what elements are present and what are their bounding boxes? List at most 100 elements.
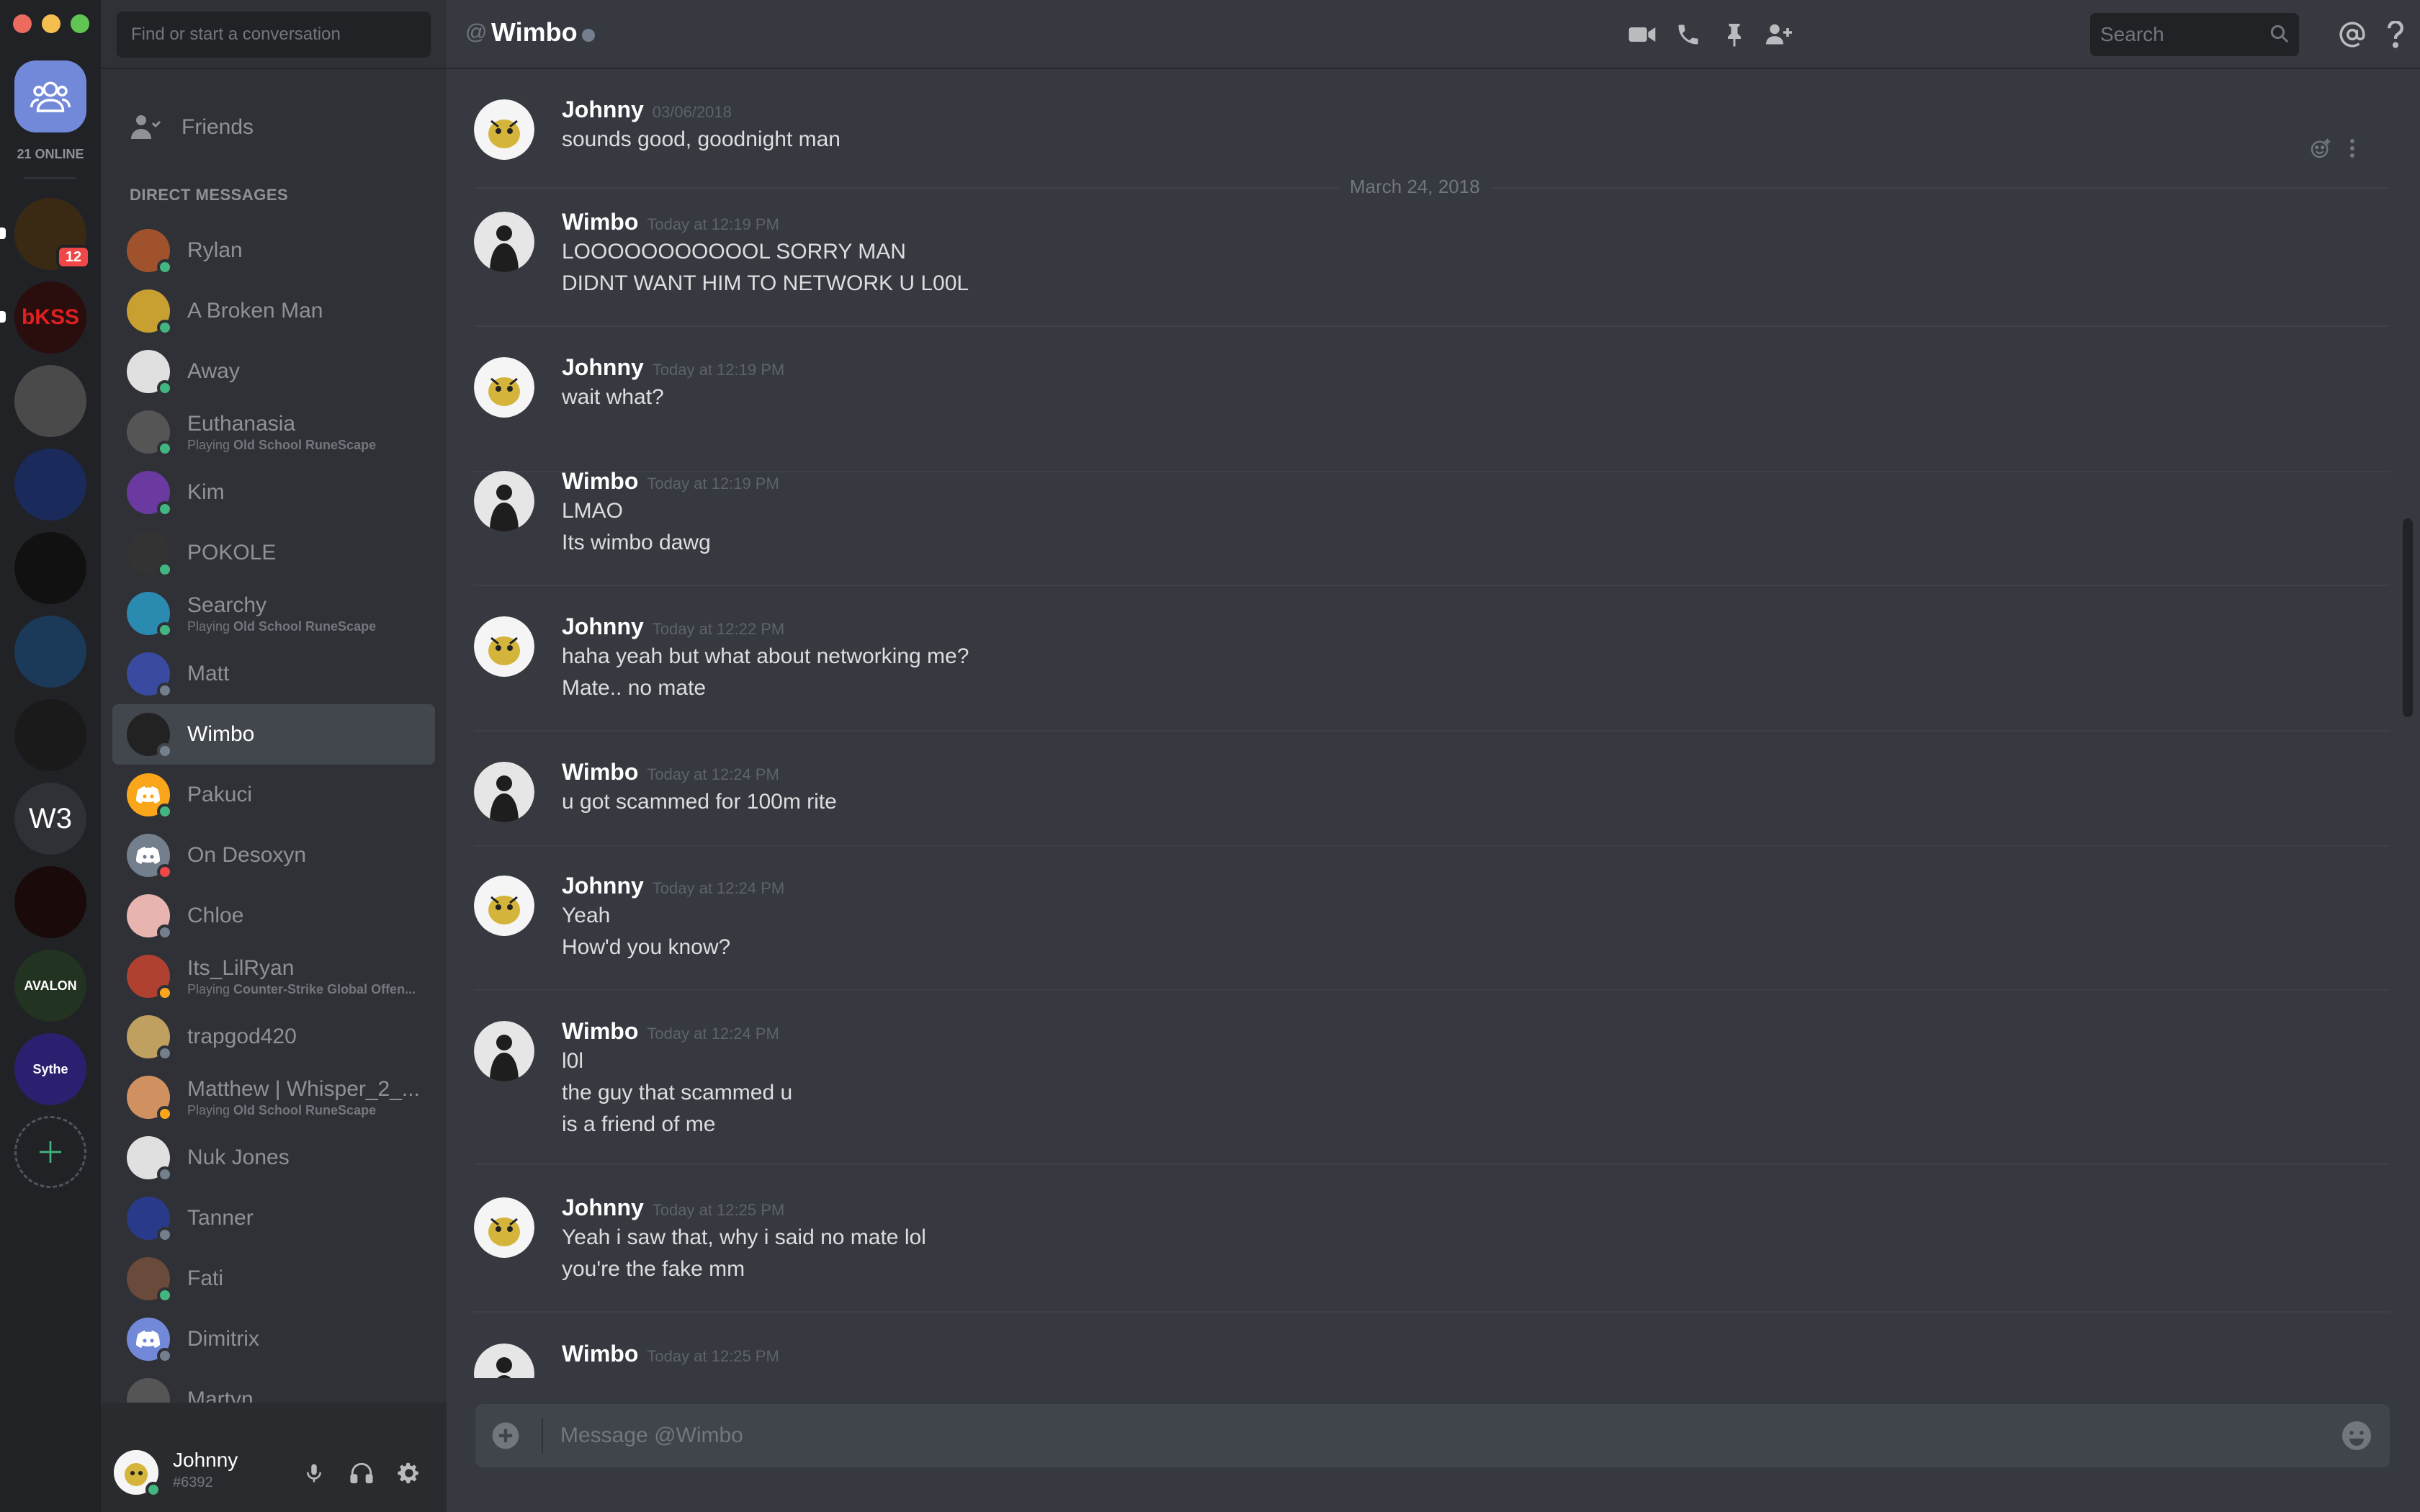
friends-nav-item[interactable]: Friends bbox=[112, 102, 435, 153]
dm-item[interactable]: Dimitrix bbox=[112, 1309, 435, 1369]
status-online-indicator bbox=[157, 259, 173, 275]
status-online-indicator bbox=[157, 501, 173, 517]
dm-item[interactable]: Searchy Playing Old School RuneScape bbox=[112, 583, 435, 644]
mute-button[interactable] bbox=[298, 1457, 330, 1489]
message-timestamp: Today at 12:25 PM bbox=[652, 1201, 785, 1219]
server-bkss[interactable]: bKSS bbox=[14, 282, 86, 354]
close-window-button[interactable] bbox=[13, 14, 32, 33]
message-more-options-button[interactable] bbox=[2338, 134, 2367, 163]
server-red-beast[interactable] bbox=[14, 866, 86, 938]
server-runescape-char[interactable] bbox=[14, 699, 86, 771]
message-group: Johnny Today at 12:19 PM wait what? bbox=[474, 354, 2390, 472]
message-author[interactable]: Johnny 03/06/2018 bbox=[562, 96, 732, 123]
friends-label: Friends bbox=[182, 115, 254, 139]
server-label: Sythe bbox=[32, 1061, 68, 1076]
server-ghost[interactable] bbox=[14, 532, 86, 604]
dm-item[interactable]: Nuk Jones bbox=[112, 1128, 435, 1188]
dm-sidebar: Find or start a conversation Friends DIR… bbox=[101, 0, 447, 1512]
user-settings-button[interactable] bbox=[393, 1457, 425, 1489]
dm-item[interactable]: Kim bbox=[112, 462, 435, 523]
avatar[interactable] bbox=[474, 876, 534, 936]
message-input[interactable]: Message @Wimbo bbox=[560, 1404, 2289, 1467]
dm-item[interactable]: Chloe bbox=[112, 886, 435, 946]
message-line: wait what? bbox=[562, 385, 664, 409]
message-author[interactable]: Wimbo Today at 12:19 PM bbox=[562, 468, 779, 495]
mentions-button[interactable] bbox=[2338, 20, 2367, 49]
message-line: DIDNT WANT HIM TO NETWORK U L00L bbox=[562, 271, 969, 295]
add-reaction-button[interactable] bbox=[2306, 134, 2335, 163]
message-timestamp: Today at 12:25 PM bbox=[647, 1347, 779, 1365]
author-name: Wimbo bbox=[562, 1341, 639, 1367]
help-button[interactable] bbox=[2381, 20, 2410, 49]
video-call-button[interactable] bbox=[1628, 20, 1657, 49]
add-server-button[interactable] bbox=[14, 1116, 86, 1188]
server-w3[interactable]: W3 bbox=[14, 783, 86, 855]
phone-icon bbox=[1678, 24, 1698, 45]
dm-item[interactable]: trapgod420 bbox=[112, 1007, 435, 1067]
dm-item[interactable]: Away bbox=[112, 341, 435, 402]
server-label: W3 bbox=[29, 802, 72, 834]
avatar[interactable] bbox=[474, 616, 534, 677]
dm-item[interactable]: Fati bbox=[112, 1248, 435, 1309]
server-sythe[interactable]: Sythe bbox=[14, 1033, 86, 1105]
message-line: LMAO bbox=[562, 499, 624, 523]
server-bearded-man[interactable] bbox=[14, 365, 86, 437]
message-author[interactable]: Johnny Today at 12:19 PM bbox=[562, 354, 784, 381]
server-blue-globe[interactable] bbox=[14, 616, 86, 688]
server-un-globe[interactable] bbox=[14, 449, 86, 521]
dm-item[interactable]: Euthanasia Playing Old School RuneScape bbox=[112, 402, 435, 462]
message-author[interactable]: Wimbo Today at 12:24 PM bbox=[562, 1018, 779, 1045]
avatar[interactable] bbox=[474, 762, 534, 822]
dm-item[interactable]: A Broken Man bbox=[112, 281, 435, 341]
dm-activity: Playing Counter-Strike Global Offen... bbox=[187, 982, 416, 997]
avatar[interactable] bbox=[474, 1344, 534, 1378]
dm-item[interactable]: Wimbo bbox=[112, 704, 435, 765]
dm-item[interactable]: Its_LilRyan Playing Counter-Strike Global… bbox=[112, 946, 435, 1007]
avatar[interactable] bbox=[474, 212, 534, 272]
self-discriminator: #6392 bbox=[173, 1475, 213, 1490]
minimize-window-button[interactable] bbox=[42, 14, 60, 33]
message-author[interactable]: Wimbo Today at 12:24 PM bbox=[562, 759, 779, 786]
zoom-window-button[interactable] bbox=[71, 14, 89, 33]
find-conversation-input[interactable]: Find or start a conversation bbox=[117, 12, 431, 58]
dm-item[interactable]: On Desoxyn bbox=[112, 825, 435, 886]
avatar[interactable] bbox=[474, 1197, 534, 1258]
avatar[interactable] bbox=[474, 1021, 534, 1081]
message-line: Yeah bbox=[562, 904, 611, 927]
home-friends-button[interactable] bbox=[14, 60, 86, 132]
message-author[interactable]: Johnny Today at 12:25 PM bbox=[562, 1194, 784, 1221]
avatar[interactable] bbox=[474, 471, 534, 531]
message-line: Mate.. no mate bbox=[562, 676, 707, 700]
avatar bbox=[127, 531, 173, 577]
message-author[interactable]: Johnny Today at 12:22 PM bbox=[562, 613, 784, 640]
dm-item[interactable]: Matt bbox=[112, 644, 435, 704]
dm-item[interactable]: POKOLE bbox=[112, 523, 435, 583]
server-unread-pip bbox=[0, 228, 6, 239]
add-friend-to-dm-button[interactable] bbox=[1765, 20, 1793, 49]
video-camera-icon bbox=[1628, 27, 1656, 42]
emoji-picker-button[interactable] bbox=[2339, 1418, 2374, 1453]
status-idle-indicator bbox=[157, 1106, 173, 1122]
message-author[interactable]: Wimbo Today at 12:19 PM bbox=[562, 209, 779, 235]
avatar[interactable] bbox=[474, 357, 534, 418]
dm-item[interactable]: Tanner bbox=[112, 1188, 435, 1248]
dm-item[interactable]: Pakuci bbox=[112, 765, 435, 825]
message-group: Johnny Today at 12:25 PM Yeah i saw that, … bbox=[474, 1194, 2390, 1313]
search-input[interactable]: Search bbox=[2090, 13, 2299, 56]
server-avalon[interactable]: AVALON bbox=[14, 950, 86, 1022]
message-author[interactable]: Wimbo Today at 12:25 PM bbox=[562, 1341, 779, 1367]
status-offline-indicator bbox=[157, 743, 173, 759]
find-bar: Find or start a conversation bbox=[101, 0, 447, 69]
pinned-messages-button[interactable] bbox=[1720, 20, 1749, 49]
dm-item[interactable]: Matthew | Whisper_2_... Playing Old Schoo… bbox=[112, 1067, 435, 1128]
deafen-button[interactable] bbox=[346, 1457, 377, 1489]
avatar[interactable] bbox=[474, 99, 534, 160]
message-author[interactable]: Johnny Today at 12:24 PM bbox=[562, 873, 784, 899]
voice-call-button[interactable] bbox=[1674, 20, 1703, 49]
message-scrollbar[interactable] bbox=[2403, 518, 2413, 717]
upload-button[interactable] bbox=[490, 1420, 521, 1452]
dm-item[interactable]: Rylan bbox=[112, 220, 435, 281]
avatar[interactable] bbox=[114, 1450, 161, 1498]
status-offline-indicator bbox=[157, 1227, 173, 1243]
message-body: u got scammed for 100m rite bbox=[562, 786, 837, 818]
